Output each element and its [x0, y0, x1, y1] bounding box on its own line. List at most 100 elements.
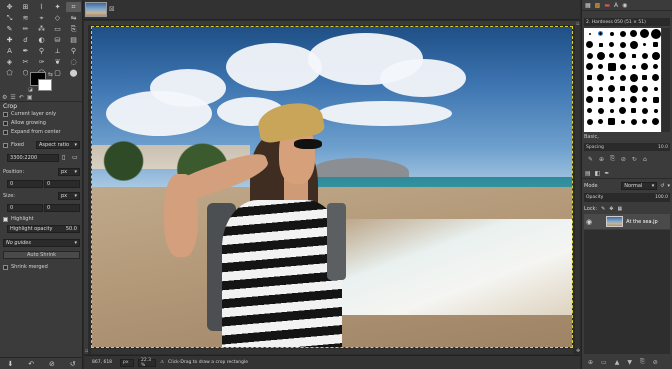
background-color-swatch[interactable]	[38, 79, 52, 91]
brush-preview[interactable]	[584, 61, 595, 72]
zoom-tool-icon[interactable]: ⚲	[66, 46, 81, 56]
delete-brush-icon[interactable]: ⊘	[621, 156, 626, 163]
zoom-select[interactable]: 22.3 %	[138, 358, 156, 368]
clone-tool-icon[interactable]: ⎘	[66, 24, 81, 34]
current-layer-only-checkbox[interactable]	[3, 111, 8, 117]
position-y-input[interactable]: 0	[44, 180, 80, 188]
brush-preview[interactable]	[628, 61, 639, 72]
tool-options-tab-icon[interactable]: ⚙	[2, 94, 7, 101]
raise-layer-icon[interactable]: ▲	[615, 359, 620, 366]
horizontal-scrollbar[interactable]	[91, 349, 573, 354]
perspective-icon[interactable]: ⬠	[2, 68, 17, 78]
auto-shrink-button[interactable]: Auto Shrink	[3, 251, 80, 259]
close-icon[interactable]: ⊠	[109, 5, 115, 13]
fixed-checkbox[interactable]	[3, 142, 8, 148]
move-tool-icon[interactable]: ✥	[2, 2, 17, 12]
open-brush-icon[interactable]: ⌂	[643, 156, 647, 163]
measure-tool-icon[interactable]: ⟂	[50, 46, 65, 56]
highlight-checkbox[interactable]	[3, 216, 8, 222]
reset-colors-icon[interactable]: ◪	[28, 87, 33, 93]
brush-preview[interactable]	[606, 39, 617, 50]
brush-preview[interactable]	[595, 50, 606, 61]
save-options-icon[interactable]: ⬇	[7, 360, 13, 368]
blur-tool-icon[interactable]: ◌	[66, 57, 81, 67]
brush-preview[interactable]	[650, 39, 661, 50]
size-unit-select[interactable]: px ▾	[58, 192, 80, 200]
duplicate-layer-icon[interactable]: ⎘	[640, 358, 645, 366]
color-select-icon[interactable]: ⬤	[66, 68, 81, 78]
eye-icon[interactable]: ◉	[586, 218, 592, 226]
highlight-opacity-slider[interactable]: Highlight opacity 50.0	[7, 225, 80, 233]
size-w-input[interactable]: 0	[7, 204, 43, 212]
shrink-merged-checkbox[interactable]	[3, 264, 8, 270]
brush-preview[interactable]	[639, 116, 650, 127]
brush-preview[interactable]	[628, 83, 639, 94]
fixed-mode-select[interactable]: Aspect ratio ▾	[36, 141, 80, 149]
gradient-tool-icon[interactable]: ▤	[66, 35, 81, 45]
highlight-option[interactable]: Highlight	[3, 215, 34, 223]
new-brush-icon[interactable]: ⊕	[599, 156, 604, 163]
brush-preview[interactable]	[639, 94, 650, 105]
lock-position-icon[interactable]: ✥	[609, 206, 613, 212]
brush-preview[interactable]	[639, 61, 650, 72]
brush-preview[interactable]	[639, 72, 650, 83]
brush-preview[interactable]	[606, 83, 617, 94]
brush-preview[interactable]	[617, 28, 628, 39]
unified-transform-icon[interactable]: ⤡	[2, 13, 17, 23]
aspect-ratio-input[interactable]: 3300:2200	[7, 154, 59, 162]
images-tab-icon[interactable]: ▣	[27, 94, 33, 101]
refresh-brushes-icon[interactable]: ↻	[632, 156, 637, 163]
brush-preview[interactable]	[606, 50, 617, 61]
brush-preview[interactable]	[584, 39, 595, 50]
brush-preview[interactable]	[628, 105, 639, 116]
cage-transform-icon[interactable]: ◇	[50, 13, 65, 23]
device-status-tab-icon[interactable]: ☰	[10, 94, 15, 101]
brushes-tab-icon[interactable]: ▦	[585, 2, 591, 9]
landscape-icon[interactable]: ▭	[72, 154, 78, 161]
flip-tool-icon[interactable]: ⇋	[66, 13, 81, 23]
airbrush-icon[interactable]: ⁂	[34, 24, 49, 34]
ink-tool-icon[interactable]: ✑	[34, 57, 49, 67]
brush-preview[interactable]	[595, 39, 606, 50]
brush-preview[interactable]	[606, 61, 617, 72]
brush-preview[interactable]	[617, 116, 628, 127]
image-tab-thumbnail[interactable]	[85, 2, 107, 17]
restore-options-icon[interactable]: ↶	[28, 360, 34, 368]
new-layer-icon[interactable]: ⊕	[588, 359, 593, 366]
edit-brush-icon[interactable]: ✎	[588, 156, 593, 163]
brush-preview[interactable]	[650, 83, 661, 94]
brush-preview[interactable]	[584, 116, 595, 127]
brush-scrollbar[interactable]	[662, 28, 670, 132]
expand-from-center-checkbox[interactable]	[3, 129, 8, 135]
portrait-icon[interactable]: ▯	[62, 154, 65, 161]
brush-preview[interactable]	[639, 28, 650, 39]
brush-preview[interactable]	[628, 28, 639, 39]
unit-select[interactable]: px	[120, 358, 134, 367]
brush-preview[interactable]	[650, 72, 661, 83]
brush-preview[interactable]	[606, 116, 617, 127]
brush-preview[interactable]	[650, 105, 661, 116]
lower-layer-icon[interactable]: ▼	[627, 359, 632, 366]
patterns-tab-icon[interactable]: ▩	[595, 2, 601, 9]
quick-mask-toggle-icon[interactable]: ▫	[85, 348, 88, 354]
delete-layer-icon[interactable]: ⊘	[653, 359, 658, 366]
position-unit-select[interactable]: px ▾	[58, 168, 80, 176]
brush-preview[interactable]	[606, 94, 617, 105]
brush-spacing-slider[interactable]: Spacing 10.0	[584, 143, 670, 151]
brush-preview[interactable]	[595, 72, 606, 83]
fonts-tab-icon[interactable]: A	[614, 2, 618, 9]
brush-preview[interactable]	[650, 94, 661, 105]
brush-preview[interactable]	[606, 28, 617, 39]
layer-mode-select[interactable]: Normal ▾	[621, 181, 658, 190]
dodge-burn-icon[interactable]: ◐	[34, 35, 49, 45]
allow-growing-option[interactable]: Allow growing	[3, 119, 46, 127]
channels-tab-icon[interactable]: ◧	[595, 170, 601, 177]
swap-colors-icon[interactable]: ⇆	[48, 71, 53, 78]
position-x-input[interactable]: 0	[7, 180, 43, 188]
align-tool-icon[interactable]: ⊞	[18, 2, 33, 12]
brush-preview[interactable]	[584, 105, 595, 116]
paths-tool-icon[interactable]: ✒	[18, 46, 33, 56]
allow-growing-checkbox[interactable]	[3, 120, 8, 126]
pencil-icon[interactable]: ✏	[18, 24, 33, 34]
color-picker-icon[interactable]: ⚲	[34, 46, 49, 56]
